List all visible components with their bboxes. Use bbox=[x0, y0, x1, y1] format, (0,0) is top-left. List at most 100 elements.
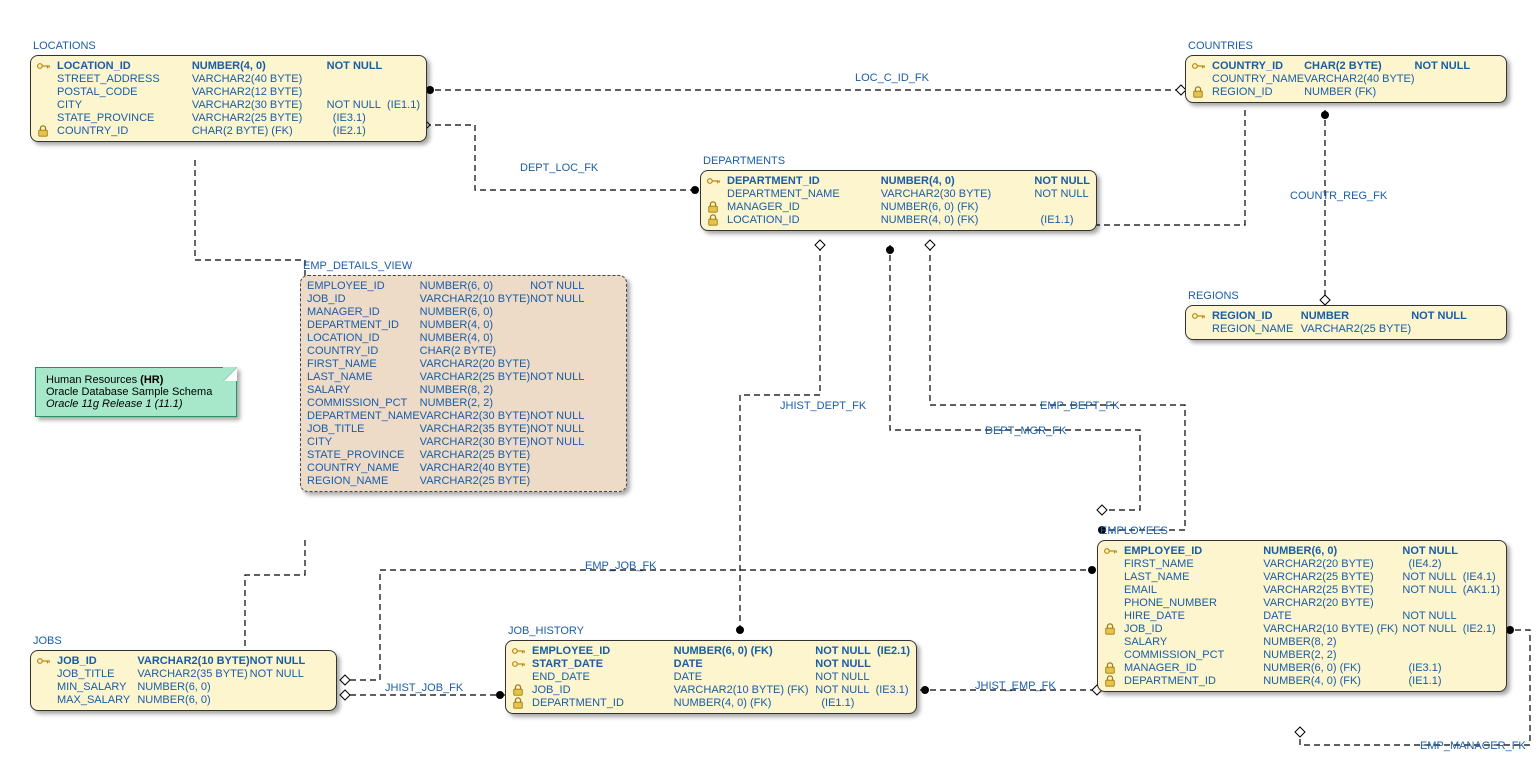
key-icon bbox=[512, 645, 532, 657]
note-line3: Oracle 11g Release 1 (11.1) bbox=[46, 398, 226, 410]
col-name: DEPARTMENT_ID bbox=[727, 175, 881, 187]
lock-icon bbox=[37, 125, 57, 137]
col-name: DEPARTMENT_NAME bbox=[307, 410, 420, 422]
col-constraint bbox=[530, 462, 620, 474]
col-name: LAST_NAME bbox=[307, 371, 420, 383]
col-name: COUNTRY_NAME bbox=[307, 462, 420, 474]
col-name: PHONE_NUMBER bbox=[1124, 597, 1263, 609]
blank-icon bbox=[1192, 323, 1212, 335]
fk-label-countr-reg: COUNTR_REG_FK bbox=[1290, 190, 1387, 202]
blank-icon bbox=[512, 671, 532, 683]
blank-icon bbox=[1104, 649, 1124, 661]
col-name: FIRST_NAME bbox=[307, 358, 420, 370]
col-name: END_DATE bbox=[532, 671, 674, 683]
col-name: CITY bbox=[57, 99, 192, 111]
col-type: NUMBER(2, 2) bbox=[1263, 649, 1402, 661]
blank-icon bbox=[1104, 597, 1124, 609]
col-type: VARCHAR2(25 BYTE) bbox=[420, 449, 530, 461]
col-constraint: NOT NULL bbox=[1411, 310, 1500, 322]
lock-icon bbox=[1104, 662, 1124, 674]
col-type: VARCHAR2(30 BYTE) bbox=[881, 188, 1035, 200]
col-type: DATE bbox=[1263, 610, 1402, 622]
lock-icon bbox=[1192, 86, 1212, 98]
col-type: NUMBER(6, 0) (FK) bbox=[881, 201, 1035, 213]
col-constraint: NOT NULL bbox=[1034, 188, 1090, 200]
col-type: VARCHAR2(20 BYTE) bbox=[1263, 597, 1402, 609]
col-name: LOCATION_ID bbox=[57, 60, 192, 72]
col-type: NUMBER(4, 0) bbox=[420, 319, 530, 331]
col-constraint: NOT NULL (IE1.1) bbox=[327, 99, 420, 111]
col-type: NUMBER(4, 0) bbox=[420, 332, 530, 344]
col-constraint bbox=[530, 475, 620, 487]
entity-locations[interactable]: LOCATIONS LOCATION_IDNUMBER(4, 0)NOT NUL… bbox=[30, 55, 427, 142]
entity-title: JOB_HISTORY bbox=[508, 625, 584, 637]
col-type: NUMBER(8, 2) bbox=[1263, 636, 1402, 648]
blank-icon bbox=[37, 694, 57, 706]
col-name: MANAGER_ID bbox=[1124, 662, 1263, 674]
col-name: LAST_NAME bbox=[1124, 571, 1263, 583]
fk-label-emp-dept: EMP_DEPT_FK bbox=[1040, 400, 1119, 412]
col-type: NUMBER (FK) bbox=[1304, 86, 1414, 98]
col-constraint: NOT NULL bbox=[815, 671, 910, 683]
note-line1: Human Resources (HR) bbox=[46, 374, 226, 386]
col-type: NUMBER(6, 0) bbox=[420, 306, 530, 318]
col-name: DEPARTMENT_ID bbox=[1124, 675, 1263, 687]
col-name: COUNTRY_ID bbox=[57, 125, 192, 137]
entity-title: EMP_DETAILS_VIEW bbox=[303, 260, 412, 272]
entity-countries[interactable]: COUNTRIES COUNTRY_IDCHAR(2 BYTE)NOT NULL… bbox=[1185, 55, 1507, 103]
col-constraint: NOT NULL bbox=[250, 655, 330, 667]
col-type: CHAR(2 BYTE) bbox=[1304, 60, 1414, 72]
col-name: COUNTRY_ID bbox=[307, 345, 420, 357]
col-constraint bbox=[530, 397, 620, 409]
col-name: LOCATION_ID bbox=[307, 332, 420, 344]
col-type: NUMBER(4, 0) (FK) bbox=[881, 214, 1035, 226]
col-name: FIRST_NAME bbox=[1124, 558, 1263, 570]
entity-regions[interactable]: REGIONS REGION_IDNUMBERNOT NULLREGION_NA… bbox=[1185, 305, 1507, 340]
col-type: VARCHAR2(25 BYTE) bbox=[1263, 584, 1402, 596]
col-type: VARCHAR2(20 BYTE) bbox=[420, 358, 530, 370]
col-name: JOB_TITLE bbox=[57, 668, 137, 680]
lock-icon bbox=[512, 684, 532, 696]
col-constraint bbox=[250, 694, 330, 706]
col-constraint: NOT NULL (IE2.1) bbox=[1402, 623, 1500, 635]
col-type: NUMBER(6, 0) bbox=[1263, 545, 1402, 557]
col-name: JOB_ID bbox=[57, 655, 137, 667]
col-type: DATE bbox=[674, 671, 816, 683]
entity-title: JOBS bbox=[33, 635, 62, 647]
col-constraint bbox=[1402, 649, 1500, 661]
col-name: HIRE_DATE bbox=[1124, 610, 1263, 622]
col-constraint: (IE3.1) bbox=[1402, 662, 1500, 674]
col-type: VARCHAR2(30 BYTE) bbox=[420, 436, 530, 448]
entity-title: COUNTRIES bbox=[1188, 40, 1253, 52]
entity-departments[interactable]: DEPARTMENTS DEPARTMENT_IDNUMBER(4, 0)NOT… bbox=[700, 170, 1097, 231]
col-constraint: NOT NULL (IE4.1) bbox=[1402, 571, 1500, 583]
key-icon bbox=[512, 658, 532, 670]
col-constraint: NOT NULL bbox=[530, 293, 620, 305]
fk-label-loc-c: LOC_C_ID_FK bbox=[855, 72, 929, 84]
entity-job-history[interactable]: JOB_HISTORY EMPLOYEE_IDNUMBER(6, 0) (FK)… bbox=[505, 640, 917, 714]
col-name: MIN_SALARY bbox=[57, 681, 137, 693]
fk-label-emp-manager: EMP_MANAGER_FK bbox=[1420, 740, 1526, 752]
col-type: DATE bbox=[674, 658, 816, 670]
col-name: JOB_ID bbox=[1124, 623, 1263, 635]
col-type: VARCHAR2(35 BYTE) bbox=[420, 423, 530, 435]
col-type: NUMBER(8, 2) bbox=[420, 384, 530, 396]
col-type: VARCHAR2(10 BYTE) (FK) bbox=[1263, 623, 1402, 635]
col-constraint bbox=[530, 449, 620, 461]
col-name: MANAGER_ID bbox=[307, 306, 420, 318]
entity-jobs[interactable]: JOBS JOB_IDVARCHAR2(10 BYTE)NOT NULLJOB_… bbox=[30, 650, 337, 711]
col-constraint bbox=[250, 681, 330, 693]
col-type: NUMBER(2, 2) bbox=[420, 397, 530, 409]
view-emp-details[interactable]: EMP_DETAILS_VIEW EMPLOYEE_IDNUMBER(6, 0)… bbox=[300, 275, 627, 492]
col-constraint: NOT NULL bbox=[1402, 545, 1500, 557]
col-type: NUMBER(6, 0) bbox=[137, 694, 249, 706]
entity-employees[interactable]: EMPLOYEES EMPLOYEE_IDNUMBER(6, 0)NOT NUL… bbox=[1097, 540, 1507, 692]
col-name: JOB_ID bbox=[307, 293, 420, 305]
note-line2: Oracle Database Sample Schema bbox=[46, 386, 226, 398]
blank-icon bbox=[1104, 584, 1124, 596]
key-icon bbox=[37, 655, 57, 667]
col-type: NUMBER(4, 0) bbox=[881, 175, 1035, 187]
col-name: START_DATE bbox=[532, 658, 674, 670]
col-constraint: (IE4.2) bbox=[1402, 558, 1500, 570]
col-name: COMMISSION_PCT bbox=[1124, 649, 1263, 661]
